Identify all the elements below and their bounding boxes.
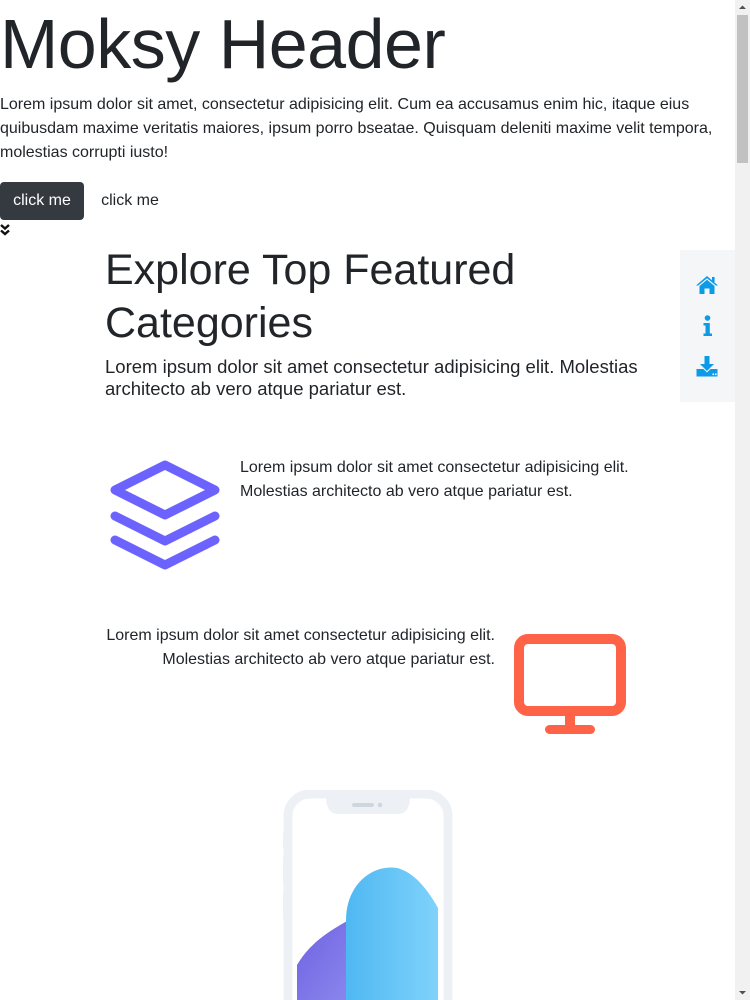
monitor-icon bbox=[514, 634, 626, 734]
side-nav bbox=[680, 250, 735, 402]
primary-click-button[interactable]: click me bbox=[0, 182, 84, 220]
page: Moksy Header Lorem ipsum dolor sit amet,… bbox=[0, 0, 735, 1000]
features-title: Explore Top Featured Categories bbox=[105, 246, 516, 347]
scroll-down-arrow-icon[interactable] bbox=[735, 985, 750, 1000]
secondary-click-button[interactable]: click me bbox=[91, 182, 169, 220]
hero-title: Moksy Header bbox=[0, 5, 446, 83]
feature-item-text: Lorem ipsum dolor sit amet consectetur a… bbox=[240, 459, 629, 500]
download-icon[interactable] bbox=[695, 354, 719, 378]
feature-item-text: Lorem ipsum dolor sit amet consectetur a… bbox=[106, 627, 495, 668]
info-icon[interactable] bbox=[695, 314, 719, 338]
hero-text: Lorem ipsum dolor sit amet, consectetur … bbox=[0, 96, 713, 161]
features-subtitle: Lorem ipsum dolor sit amet consectetur a… bbox=[105, 356, 638, 399]
phone-illustration bbox=[283, 790, 453, 1000]
scrollbar-thumb[interactable] bbox=[737, 15, 748, 163]
vertical-scrollbar[interactable] bbox=[735, 0, 750, 1000]
home-icon[interactable] bbox=[695, 273, 719, 297]
layers-icon bbox=[110, 460, 220, 570]
scroll-up-arrow-icon[interactable] bbox=[735, 0, 750, 15]
double-chevron-down-icon[interactable] bbox=[0, 223, 10, 237]
